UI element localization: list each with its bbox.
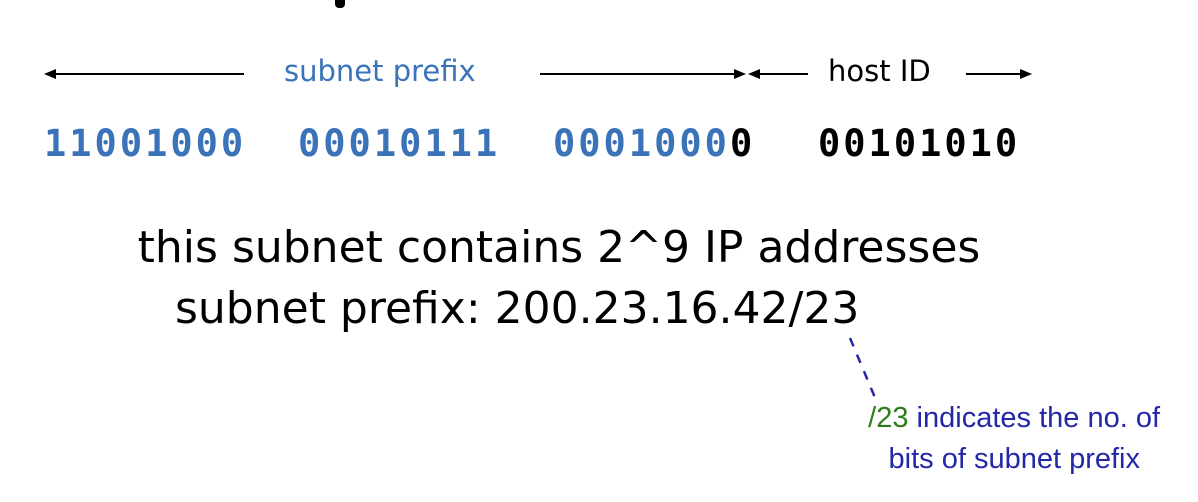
diagram-canvas: subnet prefix host ID 11001000 00010111 … xyxy=(0,0,1198,502)
annotation-suffix: /23 xyxy=(868,402,909,434)
annotation-line-1: /23 indicates the no. of xyxy=(868,402,1160,435)
annotation-line-1-text: indicates the no. of xyxy=(908,402,1160,434)
annotation-line-2: bits of subnet prefix xyxy=(888,443,1140,475)
